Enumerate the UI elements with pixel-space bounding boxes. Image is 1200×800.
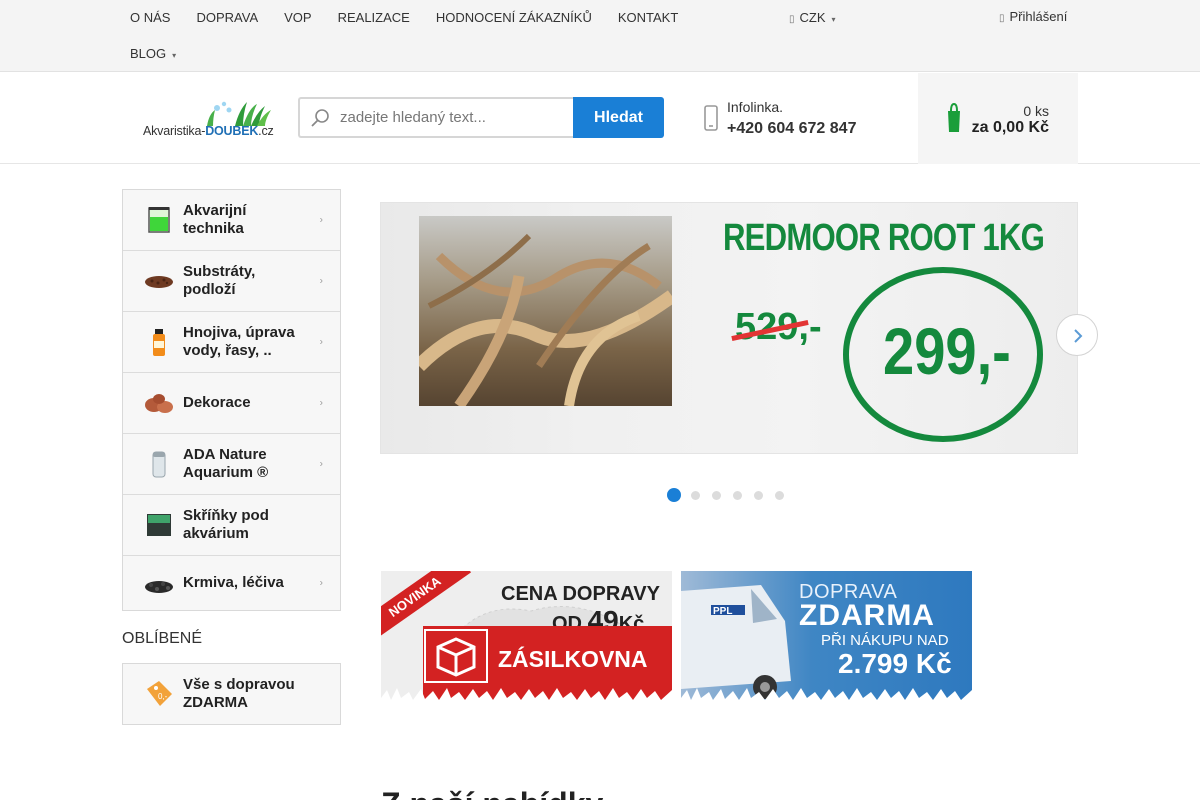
- cart-total: za 0,00 Kč: [971, 119, 1049, 136]
- offer-section-title: Z naší nabídky: [381, 786, 603, 800]
- promo-slider[interactable]: REDMOOR ROOT 1KG 529,- 299,-: [380, 202, 1078, 454]
- logo-plants-icon: [207, 101, 271, 126]
- login-label: Přihlášení: [1009, 9, 1068, 24]
- nav-doprava[interactable]: DOPRAVA: [196, 10, 258, 25]
- slider-dot[interactable]: [667, 488, 681, 502]
- slider-dot[interactable]: [754, 490, 763, 500]
- substrate-thumbnail: [145, 276, 173, 288]
- top-navigation: O NÁS DOPRAVA VOP REALIZACE HODNOCENÍ ZÁ…: [130, 10, 678, 25]
- cabinet-thumbnail: [147, 514, 171, 536]
- chevron-right-icon: [1074, 329, 1083, 343]
- nav-kontakt[interactable]: KONTAKT: [618, 10, 678, 25]
- slider-dots: [667, 488, 786, 502]
- login-link[interactable]: ▯ Přihlášení: [999, 9, 1067, 24]
- slider-dot[interactable]: [775, 490, 784, 500]
- ppl-line4: 2.799 Kč: [838, 648, 952, 679]
- site-header: Akvaristika-DOUBEK.cz Hledat Infolinka. …: [0, 73, 1200, 164]
- category-hnojiva[interactable]: Hnojiva, úprava vody, řasy, .. ›: [123, 312, 340, 373]
- chevron-right-icon: ›: [319, 397, 323, 409]
- redmoor-root-photo: [419, 216, 672, 406]
- chevron-right-icon: ›: [319, 577, 323, 589]
- food-pellets-thumbnail: [145, 581, 173, 593]
- chevron-down-icon: ▾: [172, 51, 177, 60]
- logo-text: Akvaristika-DOUBEK.cz: [143, 124, 274, 138]
- nav-realizace[interactable]: REALIZACE: [338, 10, 410, 25]
- currency-selector[interactable]: ▯ CZK ▾: [789, 10, 836, 25]
- favorites-title: OBLÍBENÉ: [122, 630, 203, 647]
- slider-dot[interactable]: [712, 490, 721, 500]
- nav-o-nas[interactable]: O NÁS: [130, 10, 170, 25]
- infoline-label: Infolinka.: [727, 99, 784, 115]
- category-label: Skříňky pod akvárium: [183, 507, 269, 542]
- chevron-right-icon: ›: [319, 214, 323, 226]
- nav-hodnoceni[interactable]: HODNOCENÍ ZÁKAZNÍKŮ: [436, 10, 592, 25]
- category-sidebar: Akvarijní technika › Substráty, podloží …: [122, 189, 341, 611]
- category-skrinky[interactable]: Skříňky pod akvárium: [123, 495, 340, 556]
- category-krmiva[interactable]: Krmiva, léčiva ›: [123, 556, 340, 610]
- cart-widget[interactable]: 0 ks za 0,00 Kč: [918, 73, 1078, 164]
- zasilkovna-banner[interactable]: NOVINKA CENA DOPRAVY OD 49Kč ZÁSILKOVNA: [381, 571, 672, 708]
- aquarium-thumbnail: [148, 207, 170, 233]
- chevron-right-icon: ›: [319, 275, 323, 287]
- slide-title: REDMOOR ROOT 1KG: [723, 217, 1045, 259]
- favorite-label: Vše s dopravou ZDARMA: [183, 676, 295, 711]
- category-label: Krmiva, léčiva: [183, 574, 284, 591]
- chevron-right-icon: ›: [319, 336, 323, 348]
- grass-decoration: [681, 688, 972, 708]
- cart-icon: [948, 102, 960, 132]
- category-label: Akvarijní technika: [183, 202, 247, 237]
- category-akvarijni-technika[interactable]: Akvarijní technika ›: [123, 190, 340, 251]
- category-label: Dekorace: [183, 394, 251, 411]
- currency-icon: ▯: [789, 14, 795, 25]
- package-logo-icon: [424, 629, 488, 683]
- new-price: 299,-: [883, 314, 1011, 388]
- slider-dot[interactable]: [733, 490, 742, 500]
- price-tag-icon: 0,-: [147, 681, 172, 706]
- zasilkovna-brand: ZÁSILKOVNA: [498, 646, 648, 672]
- svg-text:PPL: PPL: [713, 606, 732, 617]
- nav-blog-label: BLOG: [130, 46, 167, 61]
- chevron-right-icon: ›: [319, 458, 323, 470]
- currency-label: CZK: [799, 10, 826, 25]
- search-box: [298, 97, 574, 138]
- category-dekorace[interactable]: Dekorace ›: [123, 373, 340, 434]
- svg-text:0,-: 0,-: [158, 692, 168, 701]
- favorite-free-shipping[interactable]: 0,- Vše s dopravou ZDARMA: [122, 663, 341, 725]
- decoration-stone-thumbnail: [145, 394, 173, 413]
- ppl-banner[interactable]: PPL DOPRAVA ZDARMA PŘI NÁKUPU NAD 2.799 …: [681, 571, 972, 708]
- site-logo[interactable]: Akvaristika-DOUBEK.cz: [143, 100, 283, 140]
- grass-decoration: [381, 688, 672, 708]
- logo-brand: DOUBEK: [205, 124, 259, 138]
- top-bar: O NÁS DOPRAVA VOP REALIZACE HODNOCENÍ ZÁ…: [0, 0, 1200, 72]
- driftwood-image: [419, 233, 672, 406]
- search-icon: [311, 109, 329, 127]
- search-input[interactable]: [340, 99, 570, 136]
- infoline-phone[interactable]: +420 604 672 847: [727, 120, 856, 138]
- banner-line1: CENA DOPRAVY: [501, 583, 660, 605]
- logo-suffix: .cz: [258, 124, 274, 138]
- category-label: Substráty, podloží: [183, 263, 256, 298]
- nav-blog[interactable]: BLOG ▾: [130, 46, 176, 61]
- phone-icon: [704, 105, 718, 131]
- category-ada[interactable]: ADA Nature Aquarium ® ›: [123, 434, 340, 495]
- user-icon: ▯: [999, 13, 1005, 24]
- nav-vop[interactable]: VOP: [284, 10, 311, 25]
- chevron-down-icon: ▾: [831, 15, 836, 24]
- category-label: Hnojiva, úprava vody, řasy, ..: [183, 324, 295, 359]
- cart-count: 0 ks: [1023, 103, 1049, 119]
- logo-prefix: Akvaristika-: [143, 124, 206, 138]
- fertilizer-bottle-thumbnail: [153, 329, 165, 356]
- ppl-line3: PŘI NÁKUPU NAD: [821, 632, 949, 649]
- ppl-line2: ZDARMA: [799, 599, 935, 632]
- category-label: ADA Nature Aquarium ®: [183, 446, 269, 481]
- category-substraty[interactable]: Substráty, podloží ›: [123, 251, 340, 312]
- search-button[interactable]: Hledat: [573, 97, 664, 138]
- ada-filter-thumbnail: [152, 451, 166, 478]
- slider-next-button[interactable]: [1056, 314, 1098, 356]
- slider-dot[interactable]: [691, 490, 700, 500]
